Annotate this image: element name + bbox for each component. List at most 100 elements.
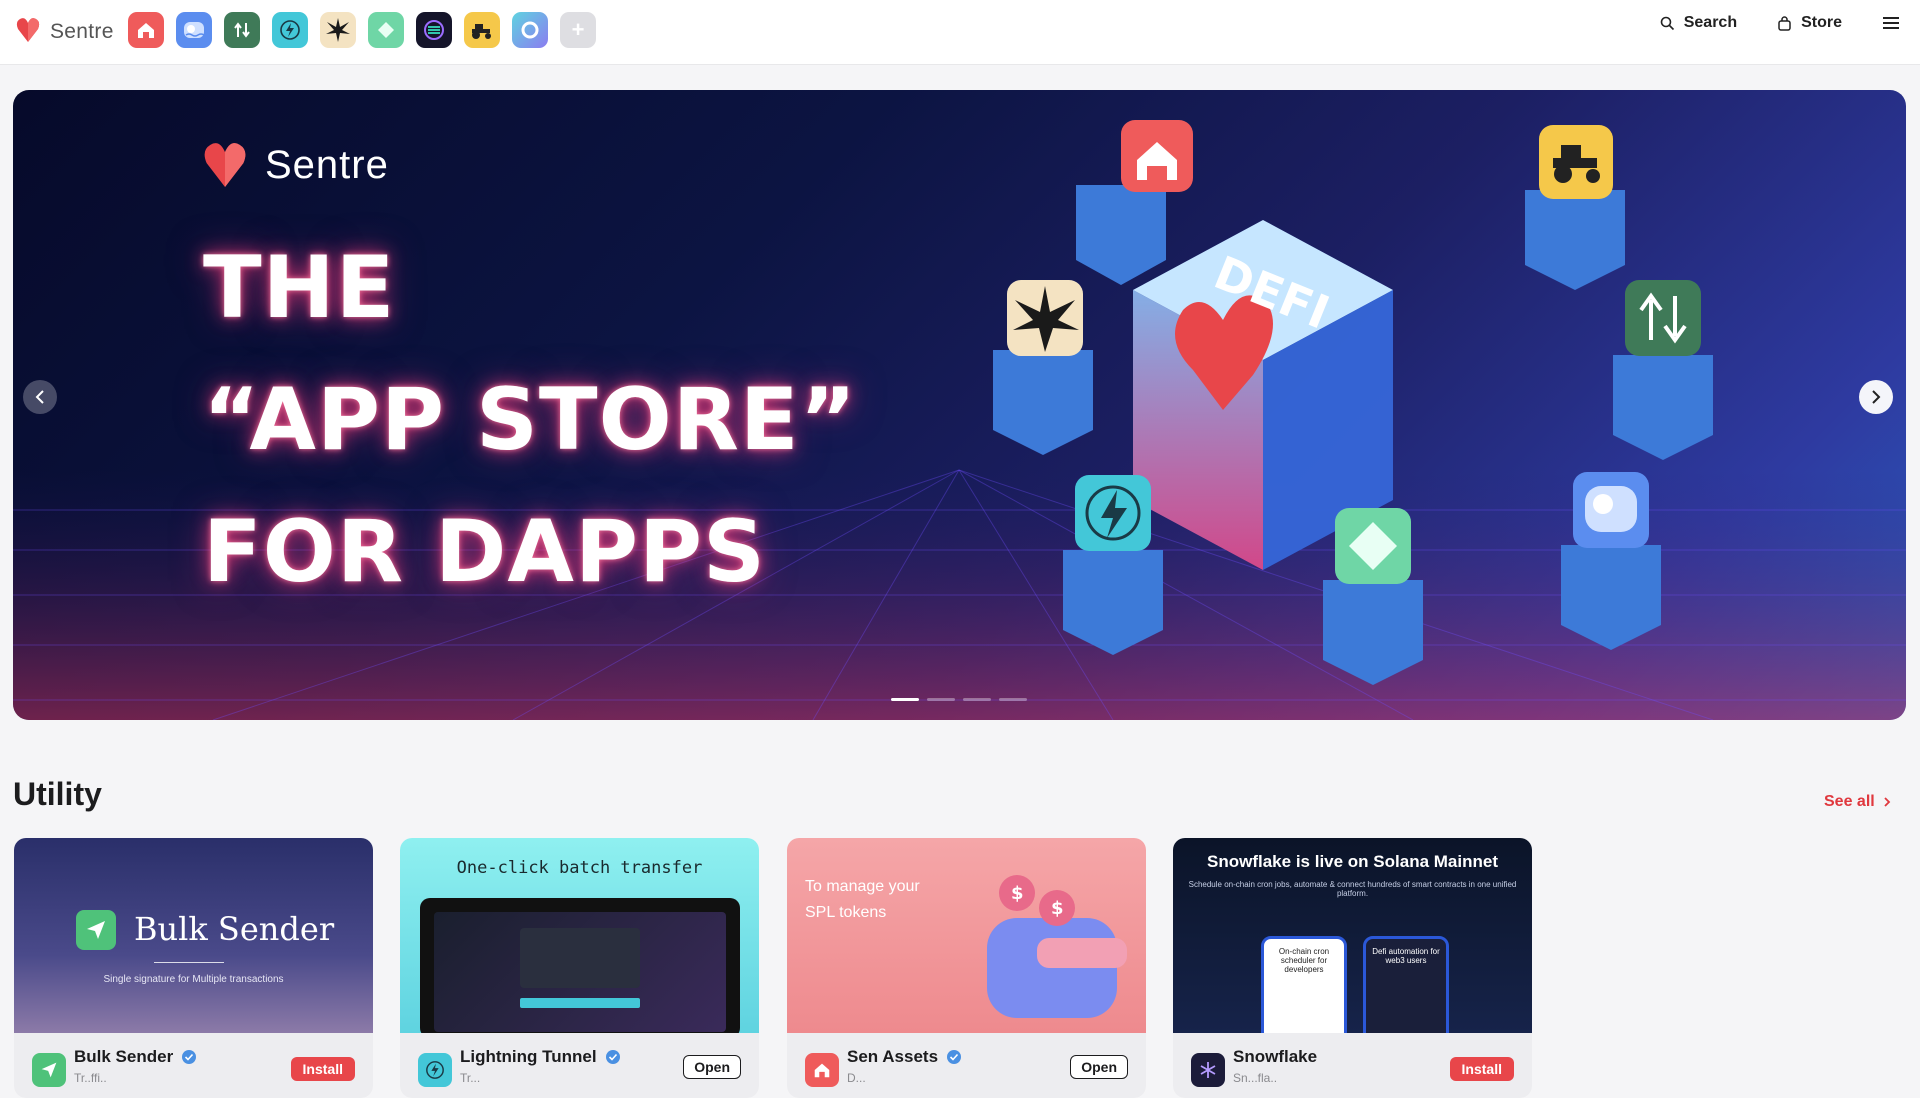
dock-app-star[interactable]	[320, 12, 356, 48]
card-banner: To manage your SPL tokens $ $	[787, 838, 1146, 1033]
store-bag-icon	[1778, 15, 1791, 31]
app-card-bulk-sender[interactable]: Bulk Sender Single signature for Multipl…	[14, 838, 373, 1098]
carousel-prev-button[interactable]	[23, 380, 57, 414]
chevron-left-icon	[35, 390, 44, 404]
diamond-icon	[378, 22, 394, 38]
hero-headline-line-3: FOR DAPPS	[203, 502, 766, 602]
app-name: Lightning Tunnel	[460, 1047, 597, 1066]
hero-carousel[interactable]: DEFI Sentre THE “APP STORE” FOR DAPPS	[13, 90, 1906, 720]
dock-app-ring[interactable]	[512, 12, 548, 48]
app-name-row: Snowflake	[1233, 1047, 1317, 1067]
app-icon	[1191, 1053, 1225, 1087]
dock-app-diamond[interactable]	[368, 12, 404, 48]
brand[interactable]: Sentre	[16, 16, 114, 48]
platform-diamond	[1323, 508, 1423, 685]
app-name: Bulk Sender	[74, 1047, 174, 1066]
pool-icon	[184, 22, 205, 38]
bolt-icon	[426, 1061, 444, 1079]
card-banner-subtitle: Single signature for Multiple transactio…	[103, 974, 284, 985]
sentre-logo-icon	[16, 17, 40, 48]
dock-app-sen-lp[interactable]	[176, 12, 212, 48]
carousel-dot-1[interactable]	[891, 698, 919, 701]
card-footer: Sen Assets D... Open	[787, 1033, 1146, 1098]
app-card-snowflake[interactable]: Snowflake is live on Solana Mainnet Sche…	[1173, 838, 1532, 1098]
open-button[interactable]: Open	[683, 1055, 741, 1079]
dock-app-sen-assets[interactable]	[128, 12, 164, 48]
card-banner-title: Snowflake is live on Solana Mainnet	[1207, 852, 1498, 871]
carousel-dot-3[interactable]	[963, 698, 991, 701]
app-name-row: Bulk Sender	[74, 1047, 197, 1067]
swap-arrows-icon	[234, 22, 250, 38]
paper-plane-icon	[76, 910, 116, 950]
app-name-row: Lightning Tunnel	[460, 1047, 621, 1067]
platform-sen-lp	[1561, 472, 1661, 650]
app-icon	[32, 1053, 66, 1087]
app-category: Tr..ffi..	[74, 1071, 107, 1085]
section-title-utility: Utility	[13, 776, 102, 812]
card-banner: Snowflake is live on Solana Mainnet Sche…	[1173, 838, 1532, 1033]
card-footer: Lightning Tunnel Tr... Open	[400, 1033, 759, 1098]
bolt-icon	[280, 20, 300, 40]
dock-app-sen-swap[interactable]	[224, 12, 260, 48]
verified-badge-icon	[182, 1050, 197, 1064]
app-dock: +	[128, 12, 596, 48]
verified-badge-icon	[605, 1050, 620, 1064]
card-banner-subtitle: Schedule on-chain cron jobs, automate & …	[1188, 880, 1517, 898]
app-name: Sen Assets	[847, 1047, 939, 1066]
sentre-logo-icon	[204, 143, 246, 187]
dock-app-lightning-tunnel[interactable]	[272, 12, 308, 48]
app-icon	[805, 1053, 839, 1087]
verified-badge-icon	[947, 1050, 962, 1064]
platform-star	[993, 280, 1093, 455]
app-category: Tr...	[460, 1071, 481, 1085]
svg-text:$: $	[1011, 883, 1024, 904]
phone-left-text: On-chain cron scheduler for developers	[1278, 947, 1330, 974]
card-banner-title: One-click batch transfer	[456, 858, 703, 878]
install-button[interactable]: Install	[1449, 1057, 1514, 1081]
star-burst-icon	[326, 18, 350, 42]
app-category: Sn...fla..	[1233, 1071, 1278, 1085]
app-category: D...	[847, 1071, 866, 1085]
hamburger-menu-icon	[1883, 17, 1899, 29]
search-label: Search	[1683, 14, 1738, 31]
add-app-button[interactable]: +	[560, 12, 596, 48]
phone-left-illustration: On-chain cron scheduler for developers	[1261, 936, 1347, 1033]
chevron-right-icon	[1872, 390, 1881, 404]
app-card-sen-assets[interactable]: To manage your SPL tokens $ $ Sen Assets…	[787, 838, 1146, 1098]
see-all-link[interactable]: See all	[1824, 793, 1891, 811]
dock-app-solana[interactable]	[416, 12, 452, 48]
store-button[interactable]: Store	[1777, 14, 1842, 32]
app-icon	[418, 1053, 452, 1087]
platform-sen-swap	[1613, 280, 1713, 460]
carousel-dot-2[interactable]	[927, 698, 955, 701]
snowflake-icon	[1200, 1062, 1216, 1078]
install-button[interactable]: Install	[290, 1057, 355, 1081]
see-all-label: See all	[1824, 793, 1875, 810]
divider	[154, 962, 224, 963]
app-card-lightning-tunnel[interactable]: One-click batch transfer Lightning Tunne…	[400, 838, 759, 1098]
phone-right-illustration: Defi automation for web3 users	[1363, 936, 1449, 1033]
card-footer: Snowflake Sn...fla.. Install	[1173, 1033, 1532, 1098]
house-icon	[814, 1063, 830, 1078]
top-nav: Search Store	[1660, 14, 1900, 32]
app-name-row: Sen Assets	[847, 1047, 962, 1067]
card-banner: One-click batch transfer	[400, 838, 759, 1033]
app-name: Snowflake	[1233, 1047, 1318, 1066]
ring-icon	[521, 21, 539, 39]
carousel-dot-4[interactable]	[999, 698, 1027, 701]
menu-button[interactable]	[1882, 15, 1900, 31]
hero-logo: Sentre	[203, 140, 389, 190]
solana-icon	[424, 20, 444, 40]
brand-name: Sentre	[50, 20, 114, 43]
open-button[interactable]: Open	[1070, 1055, 1128, 1079]
hero-logo-text: Sentre	[265, 142, 389, 187]
card-footer: Bulk Sender Tr..ffi.. Install	[14, 1033, 373, 1098]
tractor-icon	[472, 24, 491, 39]
chevron-right-icon	[1884, 797, 1890, 807]
carousel-next-button[interactable]	[1859, 380, 1893, 414]
platform-farming	[1525, 125, 1625, 290]
search-button[interactable]: Search	[1660, 14, 1737, 32]
dock-app-farming[interactable]	[464, 12, 500, 48]
hero-headline-line-1: THE	[203, 238, 396, 338]
store-label: Store	[1801, 14, 1842, 31]
